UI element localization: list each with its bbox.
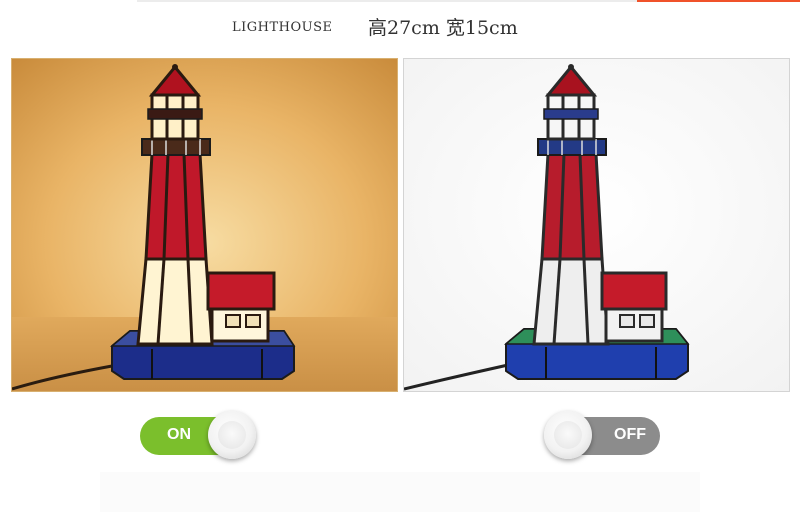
lamp-photo-lit — [11, 58, 398, 392]
top-divider — [137, 0, 637, 2]
product-dimensions: 高27cm 宽15cm — [368, 17, 518, 39]
top-accent-bar — [637, 0, 800, 2]
toggle-knob-icon — [208, 411, 256, 459]
power-toggle-on[interactable]: ON — [140, 411, 256, 459]
product-name: LIGHTHOUSE — [232, 20, 333, 35]
toggle-label-off: OFF — [614, 426, 646, 443]
lamp-photo-unlit — [403, 58, 790, 392]
power-toggle-off[interactable]: OFF — [544, 411, 660, 459]
toggle-label-on: ON — [167, 426, 191, 443]
toggle-knob-icon — [544, 411, 592, 459]
bottom-fade — [100, 472, 700, 512]
